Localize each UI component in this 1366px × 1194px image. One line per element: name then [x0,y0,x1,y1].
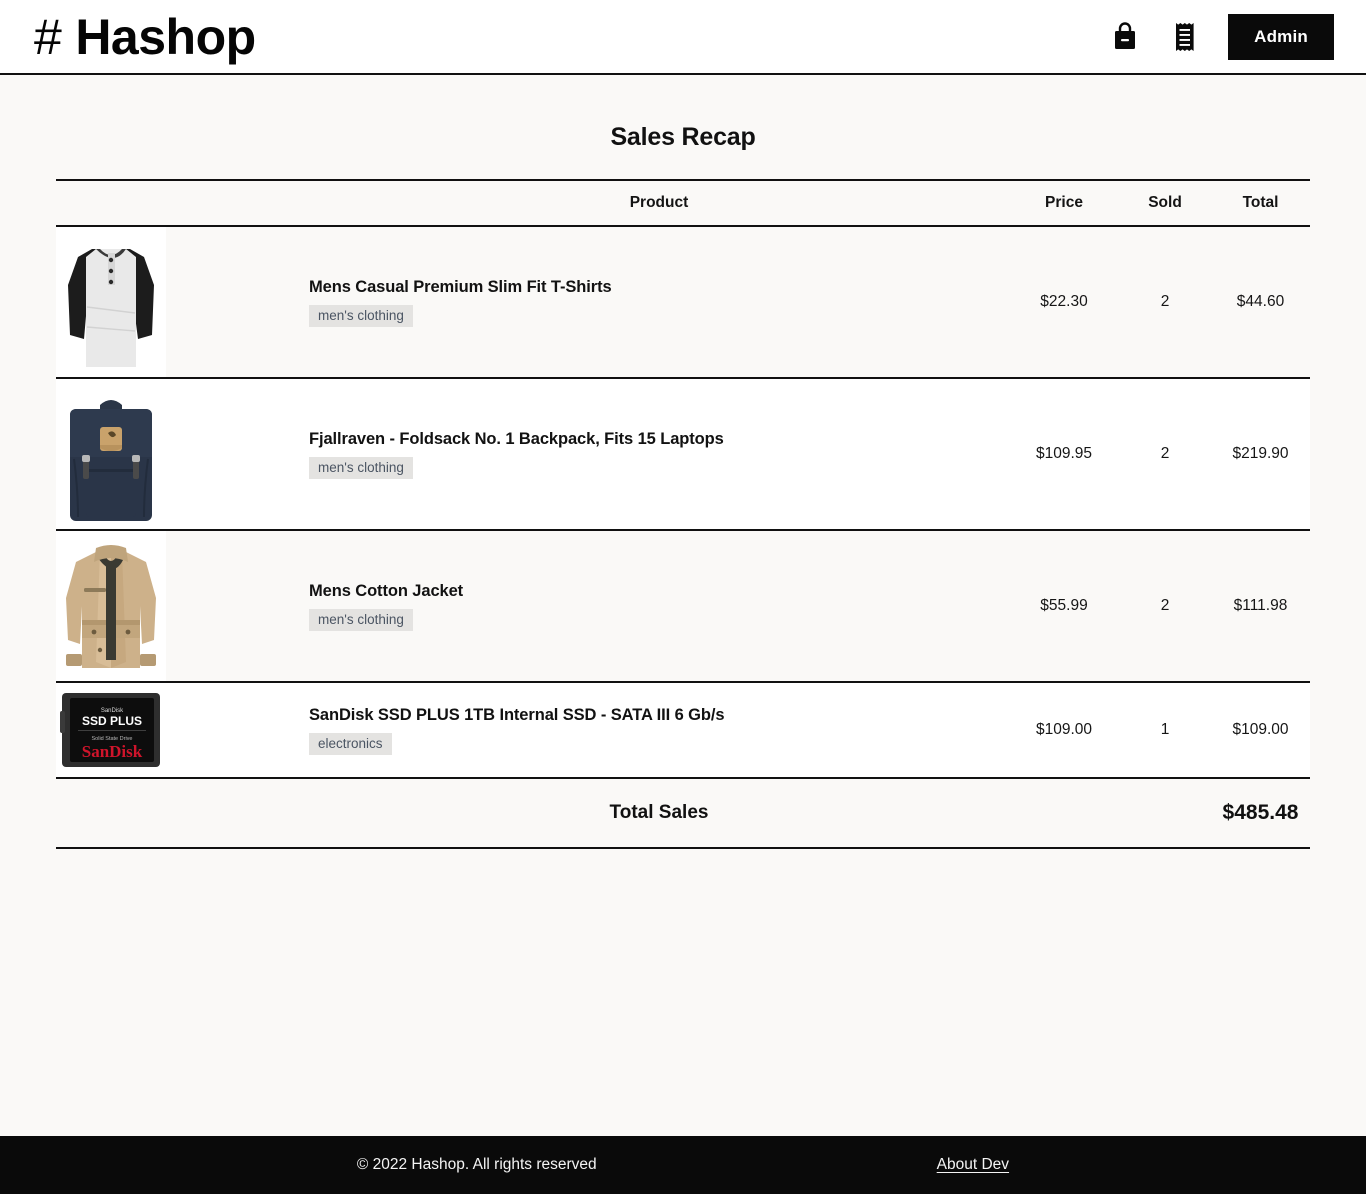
table-row[interactable]: Mens Cotton Jacket men's clothing $55.99… [56,530,1310,682]
product-price: $109.95 [1009,378,1119,530]
total-sales-value: $485.48 [1211,778,1310,848]
svg-text:SSD PLUS: SSD PLUS [82,714,142,728]
product-sold: 2 [1119,226,1211,378]
product-image-cell: SanDisk SSD PLUS Solid State Drive SanDi… [56,682,309,778]
product-sold: 1 [1119,682,1211,778]
column-header-price: Price [1009,180,1119,226]
copyright-text: © 2022 Hashop. All rights reserved [357,1156,597,1174]
svg-text:SanDisk: SanDisk [82,742,143,761]
product-sold: 2 [1119,378,1211,530]
shopping-bag-icon[interactable] [1108,17,1142,57]
total-sales-row: Total Sales $485.48 [56,778,1310,848]
product-sold: 2 [1119,530,1211,682]
product-info-cell: Mens Cotton Jacket men's clothing [309,530,1009,682]
category-badge: men's clothing [309,609,413,631]
admin-button[interactable]: Admin [1228,14,1334,60]
column-header-sold: Sold [1119,180,1211,226]
column-header-product: Product [309,180,1009,226]
table-row[interactable]: Mens Casual Premium Slim Fit T-Shirts me… [56,226,1310,378]
product-info-cell: Mens Casual Premium Slim Fit T-Shirts me… [309,226,1009,378]
jacket-thumbnail [56,531,166,681]
product-image-cell [56,226,309,378]
product-total: $44.60 [1211,226,1310,378]
product-name: SanDisk SSD PLUS 1TB Internal SSD - SATA… [309,706,1009,725]
column-header-total: Total [1211,180,1310,226]
total-sales-label: Total Sales [309,778,1009,848]
table-row[interactable]: SanDisk SSD PLUS Solid State Drive SanDi… [56,682,1310,778]
backpack-thumbnail [56,379,166,529]
page-title: Sales Recap [48,123,1318,152]
category-badge: men's clothing [309,305,413,327]
product-price: $109.00 [1009,682,1119,778]
total-spacer-sold [1119,778,1211,848]
ssd-thumbnail: SanDisk SSD PLUS Solid State Drive SanDi… [56,683,166,777]
product-total: $111.98 [1211,530,1310,682]
brand-logo[interactable]: # Hashop [34,12,256,62]
about-dev-link[interactable]: About Dev [937,1156,1009,1174]
site-header: # Hashop Admin [0,0,1366,75]
total-spacer-price [1009,778,1119,848]
sales-recap-table: Product Price Sold Total [56,179,1310,849]
category-badge: electronics [309,733,392,755]
tshirt-thumbnail [56,227,166,377]
product-price: $22.30 [1009,226,1119,378]
total-spacer-cell [56,778,309,848]
product-total: $109.00 [1211,682,1310,778]
site-footer: © 2022 Hashop. All rights reserved About… [0,1136,1366,1194]
column-header-image [56,180,309,226]
product-name: Mens Casual Premium Slim Fit T-Shirts [309,278,1009,297]
table-header-row: Product Price Sold Total [56,180,1310,226]
hash-icon: # [34,12,61,62]
product-info-cell: Fjallraven - Foldsack No. 1 Backpack, Fi… [309,378,1009,530]
product-name: Mens Cotton Jacket [309,582,1009,601]
product-info-cell: SanDisk SSD PLUS 1TB Internal SSD - SATA… [309,682,1009,778]
main-content: Sales Recap Product Price Sold Total [0,75,1366,1136]
header-actions: Admin [1108,14,1334,60]
app-root: # Hashop Admin [0,0,1366,1194]
table-row[interactable]: Fjallraven - Foldsack No. 1 Backpack, Fi… [56,378,1310,530]
receipt-icon[interactable] [1168,17,1202,57]
brand-name: Hashop [75,12,255,62]
product-image-cell [56,530,309,682]
table-body: Mens Casual Premium Slim Fit T-Shirts me… [56,226,1310,848]
product-image-cell [56,378,309,530]
table-header: Product Price Sold Total [56,180,1310,226]
product-name: Fjallraven - Foldsack No. 1 Backpack, Fi… [309,430,1009,449]
product-total: $219.90 [1211,378,1310,530]
product-price: $55.99 [1009,530,1119,682]
category-badge: men's clothing [309,457,413,479]
